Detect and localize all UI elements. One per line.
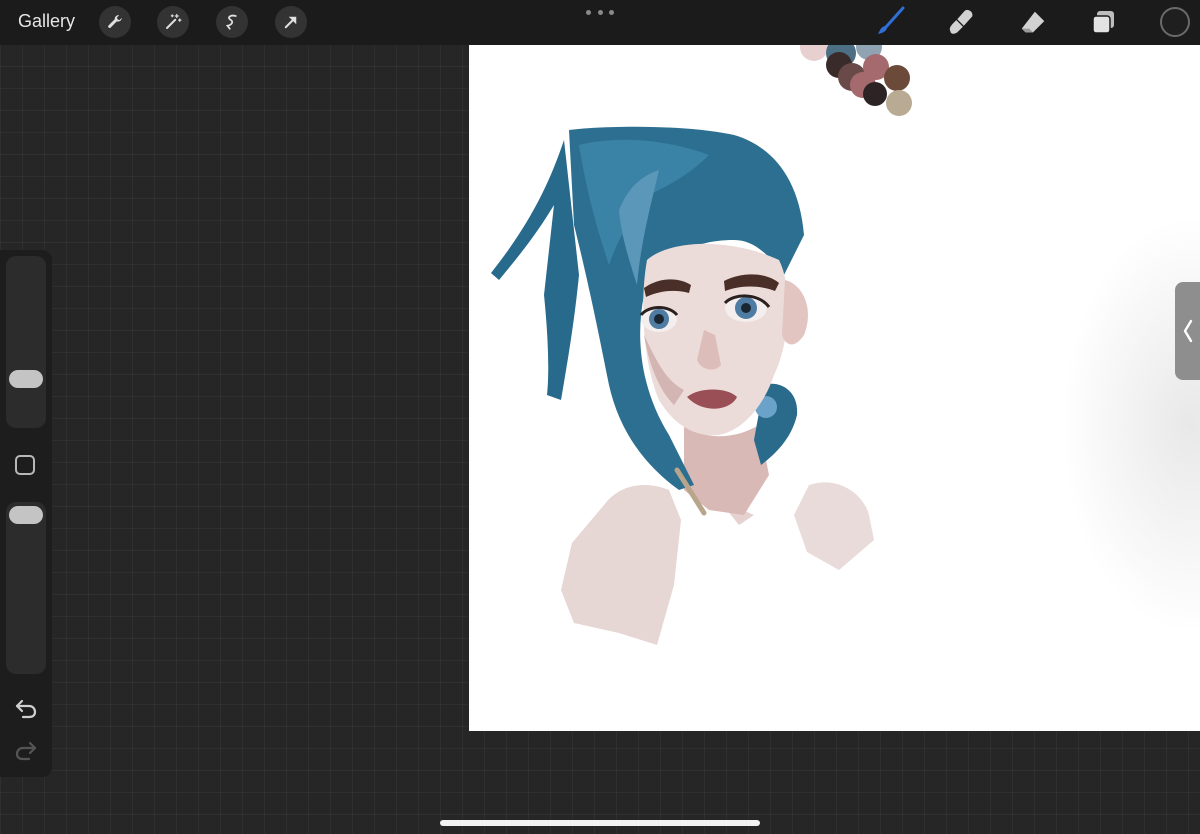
more-options-button[interactable] [586,2,614,22]
wrench-icon [108,15,122,28]
layers-icon [1092,11,1114,34]
brush-tool-button[interactable] [873,5,907,39]
actions-button[interactable] [99,6,131,38]
modify-button[interactable] [15,455,35,475]
redo-arrow-icon [15,741,37,761]
selection-icon [225,14,237,30]
undo-button[interactable] [12,696,40,720]
reference-panel-tab[interactable] [1175,282,1200,380]
smudge-tool-button[interactable] [944,5,978,39]
smudge-icon [949,9,973,34]
top-toolbar: Gallery [0,0,1200,45]
eraser-tool-button[interactable] [1016,5,1050,39]
drawing-canvas[interactable] [469,45,1200,731]
dot-icon [597,9,603,15]
brush-icon [878,6,905,34]
brush-size-slider-thumb[interactable] [9,370,43,388]
transform-button[interactable] [275,6,307,38]
dot-icon [586,9,591,15]
layers-button[interactable] [1087,5,1121,39]
color-picker-button[interactable] [1160,7,1190,37]
brush-opacity-slider-thumb[interactable] [9,506,43,524]
magic-wand-icon [166,13,182,29]
home-indicator[interactable] [440,820,760,826]
chevron-left-icon [1183,319,1192,343]
color-palette-swatches [800,45,912,116]
brush-size-slider[interactable] [6,256,46,428]
dot-icon [609,9,614,15]
artwork-painting [491,45,912,645]
redo-button[interactable] [12,738,40,762]
undo-arrow-icon [15,699,37,719]
adjustments-button[interactable] [157,6,189,38]
left-sidebar [0,250,52,777]
eraser-icon [1021,11,1045,33]
transform-arrow-icon [284,16,297,29]
brush-opacity-slider[interactable] [6,502,46,674]
ear-stroke [782,280,808,345]
gallery-button[interactable]: Gallery [18,11,75,32]
selection-button[interactable] [216,6,248,38]
